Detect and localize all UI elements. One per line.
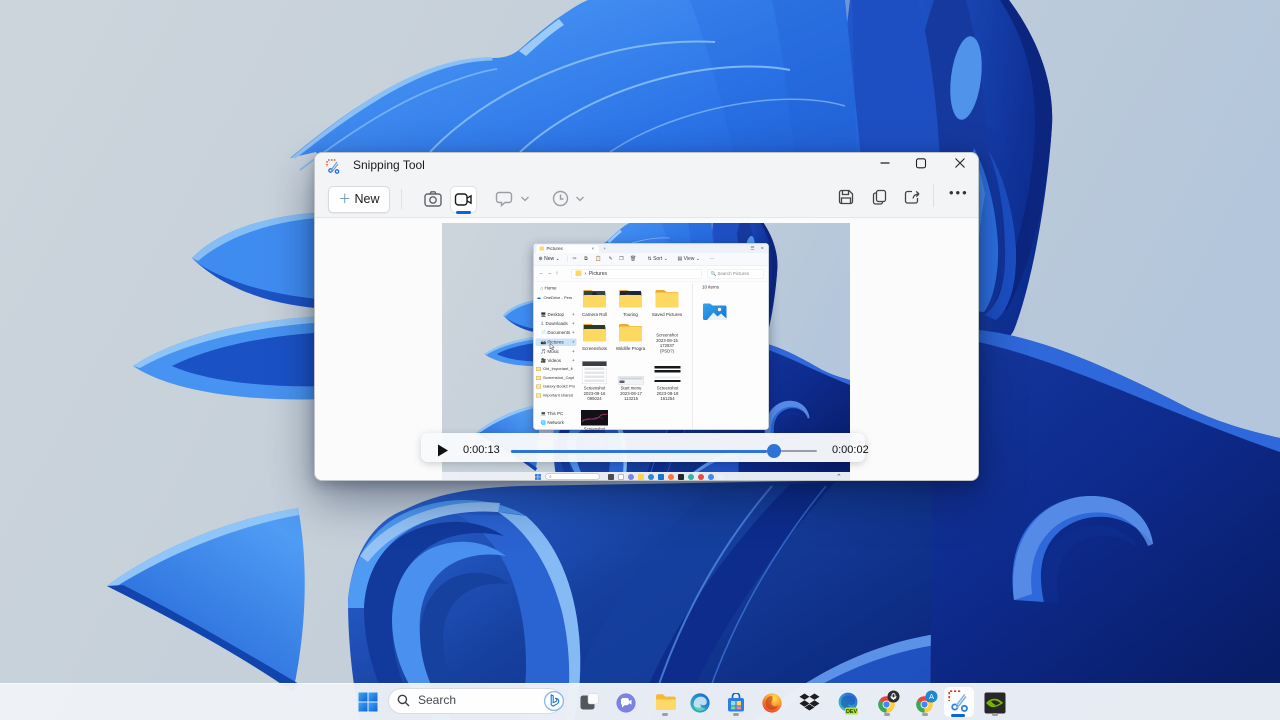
svg-text:DEV: DEV xyxy=(846,709,857,715)
svg-text:A: A xyxy=(929,692,934,701)
